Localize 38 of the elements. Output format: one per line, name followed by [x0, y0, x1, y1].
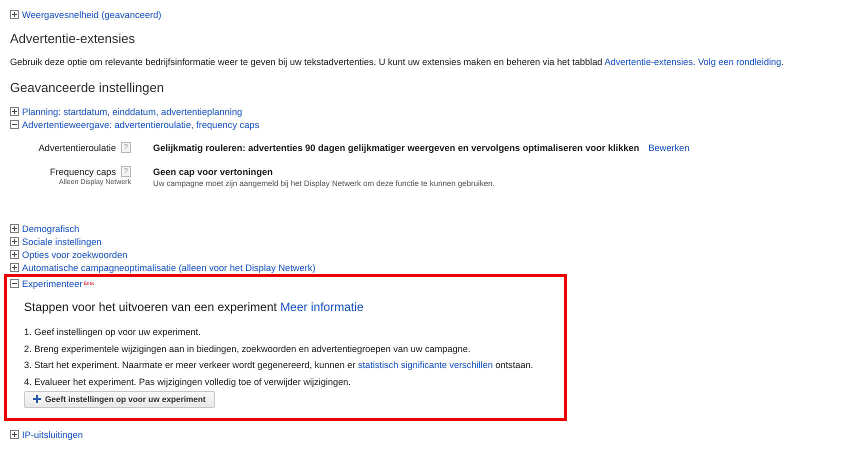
expand-icon[interactable]	[10, 107, 19, 116]
expand-icon[interactable]	[10, 10, 19, 19]
section-link[interactable]: Sociale instellingen	[22, 236, 102, 246]
text-link[interactable]: statistisch significante verschillen	[358, 360, 493, 370]
expand-icon[interactable]	[10, 250, 19, 259]
step-text: 3. Start het experiment. Naarmate er meer verkeer wordt gegenereerd, kunnen er statistisch significante verschillen ontstaan.	[24, 359, 534, 372]
section-link[interactable]: Demografisch	[22, 224, 80, 234]
setting-label: Frequency caps	[50, 166, 116, 176]
text-link[interactable]: Advertentie-extensies.	[604, 57, 696, 67]
experiment-title: Stappen voor het uitvoeren van een experiment	[24, 300, 277, 314]
step-text: 2. Breng experimentele wijzigingen aan in biedingen, zoekwoorden en advertentiegroepen van uw campagne.	[24, 342, 472, 355]
more-info-link[interactable]: Meer informatie	[280, 300, 364, 314]
section-heading: Geavanceerde instellingen	[10, 80, 165, 96]
add-button[interactable]: Geeft instellingen op voor uw experiment	[24, 390, 215, 408]
setting-value: Geen cap voor vertoningen	[153, 166, 273, 176]
section-link[interactable]: Automatische campagneoptimalisatie (alleen voor het Display Netwerk)	[22, 262, 316, 272]
section-link[interactable]: Planning: startdatum, einddatum, advertentieplanning	[22, 106, 242, 116]
section-link[interactable]: Weergavesnelheid (geavanceerd)	[22, 10, 162, 20]
collapse-icon[interactable]	[10, 279, 19, 288]
description-text: Gebruik deze optie om relevante bedrijfsinformatie weer te geven bij uw tekstadvertenties. U kunt uw extensies maken en beheren via het tabblad Advertentie-extensies. Volg een rondleiding.	[10, 56, 785, 68]
section-link[interactable]: Experimenteer	[22, 278, 82, 288]
setting-label: Advertentieroulatie	[38, 142, 116, 152]
plus-icon	[33, 395, 41, 404]
section-link[interactable]: Advertentieweergave: advertentieroulatie, frequency caps	[22, 120, 260, 130]
section-heading: Advertentie-extensies	[10, 31, 136, 47]
text-link[interactable]: Volg een rondleiding.	[698, 57, 784, 67]
setting-value: Gelijkmatig rouleren: advertenties 90 dagen gelijkmatiger weergeven en vervolgens optimaliseren voor klikken	[153, 142, 640, 152]
section-link[interactable]: IP-uitsluitingen	[22, 430, 83, 440]
collapse-icon[interactable]	[10, 120, 19, 129]
step-text: 1. Geef instellingen op voor uw experiment.	[24, 326, 202, 338]
edit-link[interactable]: Bewerken	[648, 142, 690, 152]
expand-icon[interactable]	[10, 430, 19, 440]
expand-icon[interactable]	[10, 237, 19, 246]
expand-icon[interactable]	[10, 263, 19, 272]
step-text: 4. Evalueer het experiment. Pas wijzigingen volledig toe of verwijder wijzigingen.	[24, 376, 352, 388]
expand-icon[interactable]	[10, 224, 19, 233]
section-link[interactable]: Opties voor zoekwoorden	[22, 250, 128, 260]
beta-label: Beta	[83, 280, 94, 286]
